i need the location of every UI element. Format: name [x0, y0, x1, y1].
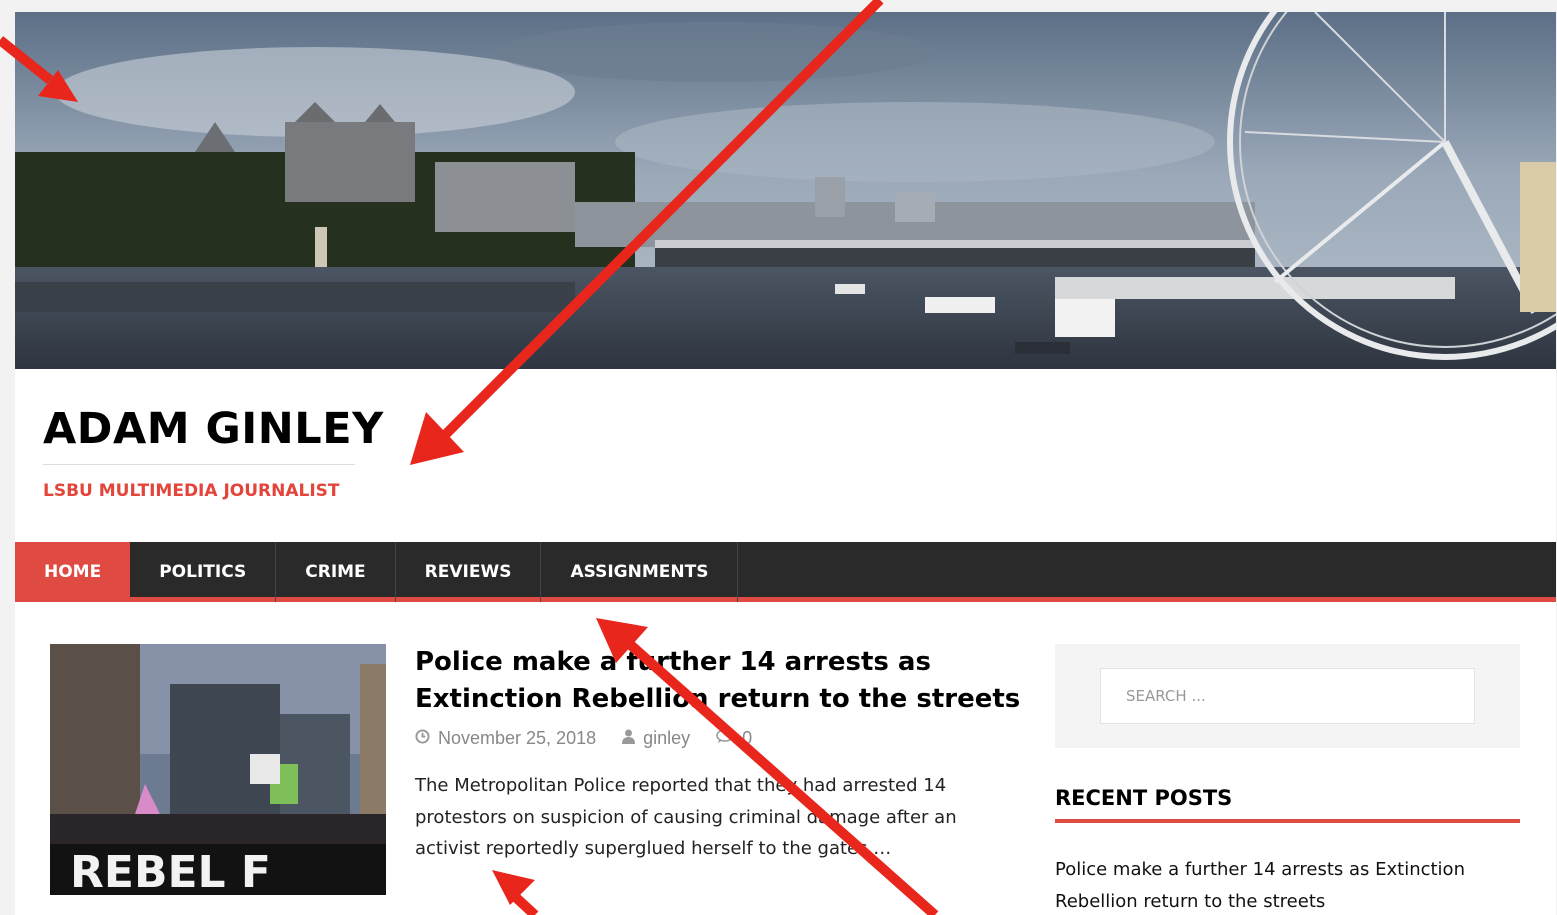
- site-tagline: LSBU MULTIMEDIA JOURNALIST: [43, 481, 340, 501]
- recent-posts-divider: [1055, 819, 1520, 823]
- recent-post-link[interactable]: Police make a further 14 arrests as Exti…: [1055, 854, 1515, 915]
- post-author-link[interactable]: ginley: [643, 728, 690, 749]
- post-comments-count[interactable]: 0: [742, 728, 752, 749]
- search-widget: [1055, 644, 1520, 748]
- title-divider: [43, 464, 355, 465]
- search-input[interactable]: [1100, 668, 1475, 724]
- post-meta: November 25, 2018 ginley 0: [415, 728, 752, 749]
- post-excerpt: The Metropolitan Police reported that th…: [415, 775, 957, 859]
- nav-item-reviews[interactable]: REVIEWS: [396, 542, 542, 602]
- clock-icon: [415, 728, 430, 749]
- post-title-link[interactable]: Police make a further 14 arrests as Exti…: [415, 644, 1025, 718]
- nav-item-home[interactable]: HOME: [15, 542, 131, 602]
- page: ADAM GINLEY LSBU MULTIMEDIA JOURNALIST H…: [15, 12, 1556, 915]
- main-navigation: HOME POLITICS CRIME REVIEWS ASSIGNMENTS: [15, 542, 1556, 602]
- nav-item-crime[interactable]: CRIME: [276, 542, 396, 602]
- header-banner-image[interactable]: [15, 12, 1556, 369]
- site-title[interactable]: ADAM GINLEY: [43, 404, 384, 454]
- nav-item-politics[interactable]: POLITICS: [130, 542, 277, 602]
- comment-icon: [716, 728, 734, 749]
- post-thumbnail[interactable]: REBEL F: [50, 644, 386, 895]
- post-date: November 25, 2018: [438, 728, 597, 748]
- user-icon: [622, 728, 636, 749]
- recent-posts-title: RECENT POSTS: [1055, 786, 1233, 810]
- thumb-banner-text: REBEL F: [70, 847, 271, 895]
- nav-item-assignments[interactable]: ASSIGNMENTS: [541, 542, 739, 602]
